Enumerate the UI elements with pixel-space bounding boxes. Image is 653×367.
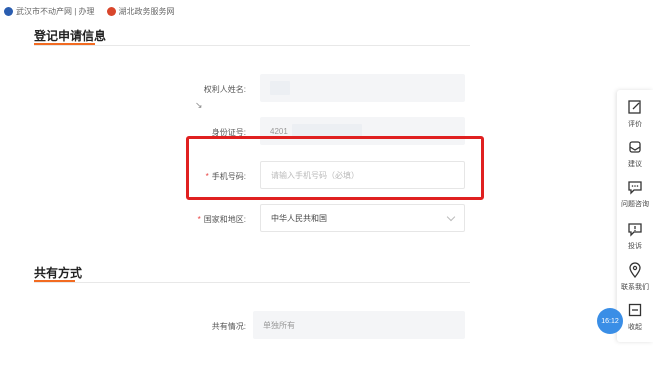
sidebar-item-label: 评价 [628, 121, 642, 128]
sidebar-item-label: 联系我们 [621, 284, 649, 291]
region-select[interactable]: 中华人民共和国 [260, 204, 465, 232]
masked-value [270, 81, 290, 95]
chat-icon [626, 178, 644, 196]
collapse-icon [626, 301, 644, 319]
topbar-link-hubei[interactable]: 湖北政务服务网 [106, 6, 175, 17]
region-label: * 国家和地区: [126, 214, 246, 225]
co-ownership-value: 单独所有 [263, 320, 295, 330]
sidebar-item-label: 收起 [628, 324, 642, 331]
sidebar-item-label: 建议 [628, 161, 642, 168]
sidebar-item-complain[interactable]: 投诉 [617, 220, 653, 251]
chevron-down-icon [446, 212, 456, 222]
id-number-value: 4201 [270, 126, 288, 136]
sidebar-item-label: 问题咨询 [621, 201, 649, 208]
section-title-registration: 登记申请信息 [34, 29, 107, 43]
top-bar: 武汉市不动产网 | 办理 湖北政务服务网 [0, 0, 653, 22]
section-divider [34, 45, 470, 46]
required-marker: * [197, 215, 201, 224]
sidebar-item-contact[interactable]: 联系我们 [617, 261, 653, 292]
sidebar-item-suggest[interactable]: 建议 [617, 138, 653, 169]
alert-icon [626, 220, 644, 238]
section-title-co-ownership: 共有方式 [34, 266, 83, 280]
co-ownership-field[interactable]: 单独所有 [253, 311, 465, 339]
wuhan-logo-icon [4, 6, 13, 16]
co-ownership-label: 共有情况: [211, 322, 246, 331]
page: 武汉市不动产网 | 办理 湖北政务服务网 登记申请信息 权利人姓名: ↘ 身份证… [0, 0, 653, 367]
region-value: 中华人民共和国 [271, 213, 327, 223]
topbar-link-wuhan[interactable]: 武汉市不动产网 | 办理 [4, 6, 95, 17]
location-icon [626, 261, 644, 279]
hubei-logo-icon [106, 6, 116, 16]
owner-name-label: 权利人姓名: [203, 85, 246, 94]
topbar-link-label: 武汉市不动产网 | 办理 [16, 6, 95, 16]
region-label-text: 国家和地区: [203, 215, 246, 224]
owner-name-field[interactable] [260, 74, 465, 102]
mailbox-icon [626, 138, 644, 156]
sidebar-item-label: 投诉 [628, 243, 642, 250]
topbar-link-label: 湖北政务服务网 [118, 6, 175, 16]
sidebar-item-consult[interactable]: 问题咨询 [617, 178, 653, 209]
edit-icon [626, 98, 644, 116]
sidebar-item-evaluate[interactable]: 评价 [617, 98, 653, 129]
cursor-icon: ↘ [195, 100, 203, 110]
highlight-box [186, 136, 484, 200]
clock-badge: 16:12 [597, 308, 623, 334]
section-divider [34, 282, 470, 283]
side-toolbar: 评价 建议 问题咨询 投诉 联系我们 收起 [617, 90, 653, 342]
